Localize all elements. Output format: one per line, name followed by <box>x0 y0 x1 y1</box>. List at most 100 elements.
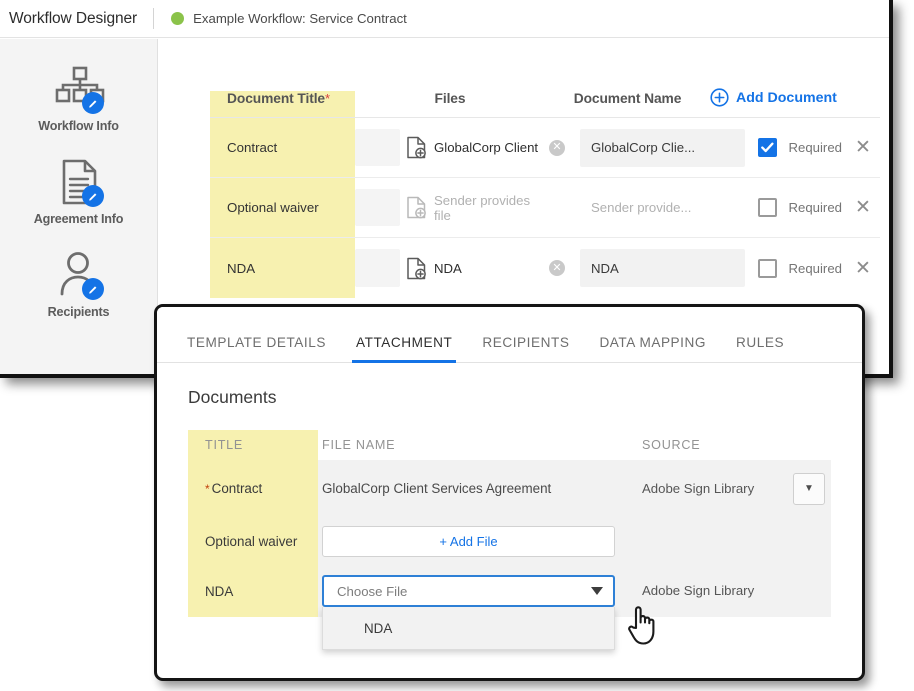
overlay-header-filename-cell: FILE NAME <box>318 436 638 454</box>
row-title-cell: Optional waiver <box>210 178 355 237</box>
overlay-row-file-cell: Choose File NDA <box>318 565 638 650</box>
required-checkbox[interactable] <box>758 258 778 278</box>
overlay-row-file-cell: + Add File <box>318 517 638 565</box>
overlay-row-title: Optional waiver <box>205 533 298 549</box>
row-files-cell[interactable]: Sender provides file <box>400 178 545 237</box>
overlay-row-title: Contract <box>211 481 263 496</box>
overlay-table-row-contract: * Contract GlobalCorp Client Services Ag… <box>188 460 831 517</box>
row-document-name-cell[interactable]: GlobalCorp Clie... <box>580 118 745 177</box>
edit-badge-icon <box>81 185 104 207</box>
row-title-spacer <box>355 129 400 166</box>
overlay-header-title: TITLE <box>205 438 244 452</box>
remove-row-icon[interactable]: ✕ <box>853 198 873 217</box>
required-label: Required <box>788 140 842 155</box>
remove-row-icon[interactable]: ✕ <box>853 259 873 278</box>
row-required-cell: Required ✕ <box>745 178 880 237</box>
row-title: Optional waiver <box>227 200 319 215</box>
row-title-spacer <box>355 249 400 287</box>
source-dropdown-button[interactable]: ▼ <box>793 472 825 505</box>
sidebar-item-recipients[interactable]: Recipients <box>0 248 157 319</box>
overlay-header-filename: FILE NAME <box>322 438 396 452</box>
choose-file-options-list: NDA <box>322 607 615 650</box>
add-document-button[interactable]: Add Document <box>710 88 880 117</box>
top-bar: Workflow Designer Example Workflow: Serv… <box>0 0 889 38</box>
row-title-cell: NDA <box>210 238 355 298</box>
choose-file-dropdown[interactable]: Choose File <box>322 575 615 607</box>
overlay-table-row-waiver: Optional waiver + Add File <box>188 517 831 565</box>
sidebar-item-workflow-info[interactable]: Workflow Info <box>0 62 157 133</box>
overlay-row-source-cell <box>638 517 831 565</box>
overlay-header-source: SOURCE <box>642 438 701 452</box>
choose-file-value: Choose File <box>337 583 408 599</box>
tab-data-mapping[interactable]: DATA MAPPING <box>599 335 706 362</box>
file-add-icon <box>406 196 427 219</box>
clear-file-icon[interactable]: ✕ <box>549 260 565 276</box>
header-cell-files: Files <box>434 91 466 106</box>
row-file-name: NDA <box>434 260 462 276</box>
overlay-row-title-cell: NDA <box>188 565 318 617</box>
sidebar-item-label: Recipients <box>47 305 110 319</box>
status-dot-icon <box>171 12 185 25</box>
document-lines-icon <box>52 155 106 209</box>
row-clear-cell <box>545 178 580 237</box>
overlay-row-title-cell: * Contract <box>188 460 318 517</box>
overlay-row-title-cell: Optional waiver <box>188 517 318 565</box>
overlay-table-header: TITLE FILE NAME SOURCE <box>188 430 831 460</box>
tab-attachment[interactable]: ATTACHMENT <box>351 335 457 363</box>
overlay-row-source-cell: Adobe Sign Library ▼ <box>638 460 831 517</box>
row-document-name-value: Sender provide... <box>591 200 692 215</box>
header-cell-document-name: Document Name <box>573 91 682 106</box>
documents-table-header: Document Title * Files Document Name Add… <box>210 70 880 118</box>
header-title-label: Document Title <box>227 91 326 106</box>
row-required-cell: Required ✕ <box>745 238 880 298</box>
sidebar-item-label: Workflow Info <box>38 119 119 133</box>
tab-template-details[interactable]: TEMPLATE DETAILS <box>187 335 326 362</box>
caret-down-icon: ▼ <box>804 483 814 494</box>
edit-badge-icon <box>81 278 104 300</box>
remove-row-icon[interactable]: ✕ <box>853 138 873 157</box>
row-title-spacer <box>355 189 400 226</box>
sidebar-item-agreement-info[interactable]: Agreement Info <box>0 155 157 226</box>
row-document-name-cell[interactable]: Sender provide... <box>580 178 745 237</box>
add-file-button[interactable]: + Add File <box>322 525 615 557</box>
dialog-tabs: TEMPLATE DETAILS ATTACHMENT RECIPIENTS D… <box>157 307 862 363</box>
dropdown-option-nda[interactable]: NDA <box>323 607 614 649</box>
required-checkbox[interactable] <box>758 198 778 217</box>
tab-rules[interactable]: RULES <box>736 335 784 362</box>
sidebar: Workflow Info Agreement Info Recipients <box>0 39 158 374</box>
row-file-name: Sender provides file <box>434 192 531 223</box>
overlay-row-source: Adobe Sign Library <box>642 583 755 599</box>
row-title-cell: Contract <box>210 118 355 177</box>
table-row: Optional waiver Sender provides file Sen… <box>210 178 880 238</box>
overlay-header-source-cell: SOURCE <box>638 436 831 454</box>
table-row: NDA NDA ✕ NDA Required ✕ <box>210 238 880 298</box>
row-title: Contract <box>227 140 278 155</box>
overlay-header-title-cell: TITLE <box>188 430 318 460</box>
overlay-row-filename: GlobalCorp Client Services Agreement <box>322 481 552 496</box>
row-required-cell: Required ✕ <box>745 118 880 177</box>
overlay-documents-table: TITLE FILE NAME SOURCE * Contract Global… <box>188 430 831 650</box>
required-label: Required <box>788 260 842 276</box>
row-files-cell[interactable]: NDA <box>400 238 545 298</box>
row-files-cell[interactable]: GlobalCorp Client <box>400 118 545 177</box>
header-cell-title: Document Title * <box>210 91 355 117</box>
workflow-name: Example Workflow: Service Contract <box>193 11 407 26</box>
documents-heading: Documents <box>188 387 277 407</box>
required-asterisk: * <box>205 481 210 496</box>
file-add-icon <box>406 257 427 280</box>
row-document-name-cell[interactable]: NDA <box>580 238 745 298</box>
sidebar-item-label: Agreement Info <box>33 212 124 226</box>
required-checkbox[interactable] <box>758 138 778 157</box>
add-document-label: Add Document <box>736 89 837 106</box>
tab-recipients[interactable]: RECIPIENTS <box>482 335 569 362</box>
clear-file-icon[interactable]: ✕ <box>549 139 565 156</box>
required-asterisk: * <box>325 91 331 106</box>
row-document-name-value: NDA <box>580 249 745 287</box>
overlay-row-source: Adobe Sign Library <box>642 480 755 496</box>
row-file-name: GlobalCorp Client <box>434 140 539 155</box>
overlay-table-row-nda: NDA Choose File NDA Adobe Sign Library <box>188 565 831 650</box>
header-cell-actions: Add Document <box>710 88 880 117</box>
documents-table: Document Title * Files Document Name Add… <box>210 70 880 298</box>
app-title: Workflow Designer <box>9 9 138 27</box>
row-title: NDA <box>227 260 256 276</box>
